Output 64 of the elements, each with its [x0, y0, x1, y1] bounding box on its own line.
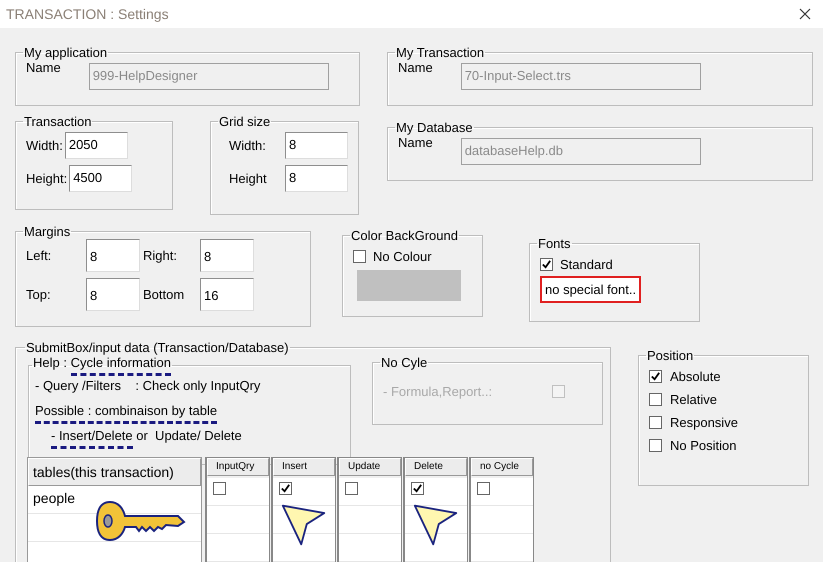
group-title: Color BackGround — [350, 228, 459, 243]
checkbox-label: Absolute — [670, 369, 721, 384]
field-label: Width: — [26, 138, 63, 153]
group-title: Grid size — [218, 114, 272, 129]
checkbox-label: No Position — [670, 438, 736, 453]
field-label: Width: — [229, 138, 267, 153]
window-title: TRANSACTION : Settings — [6, 6, 169, 22]
color-swatch[interactable] — [357, 270, 461, 301]
group-title: Margins — [23, 224, 72, 239]
help-text: - Insert/Delete or Update/ Delete — [51, 428, 242, 449]
column-header: Insert — [273, 458, 335, 476]
checkbox[interactable] — [279, 482, 292, 495]
input-field[interactable]: 8 — [86, 278, 140, 311]
column-header: Update — [339, 458, 401, 476]
group-title: Transaction — [23, 114, 92, 129]
checkbox[interactable] — [540, 258, 553, 271]
input-field[interactable]: 8 — [200, 239, 254, 272]
checkbox[interactable] — [649, 416, 662, 429]
field-label: Height: — [26, 171, 68, 186]
field-label: Bottom — [143, 287, 186, 302]
field-label: Name — [398, 135, 433, 150]
input-field[interactable]: 2050 — [64, 132, 128, 159]
checkbox[interactable] — [649, 370, 662, 383]
checkbox[interactable] — [411, 482, 424, 495]
input-field[interactable]: 4500 — [69, 165, 132, 192]
field-label: Name — [398, 60, 433, 75]
group-title: Fonts — [537, 236, 572, 251]
field-label: Right: — [143, 248, 178, 263]
input-field[interactable]: 8 — [285, 165, 348, 192]
field-label: Name — [26, 60, 61, 75]
checkbox[interactable] — [353, 250, 366, 263]
group-title: My Transaction — [395, 45, 486, 60]
checkbox-label: No Colour — [373, 249, 432, 264]
pointer-icon — [413, 502, 459, 548]
font-note: no special font.. — [540, 276, 641, 303]
checkbox-label: - Formula,Report..: — [383, 384, 492, 399]
input-field[interactable]: 16 — [200, 278, 254, 311]
input-field[interactable]: 8 — [86, 239, 140, 272]
help-text: - Query /Filters : Check only InputQry — [35, 378, 260, 395]
checkbox[interactable] — [345, 482, 358, 495]
field-label: Left: — [26, 248, 52, 263]
checkbox-label: Standard — [560, 257, 613, 272]
group-title: My Database — [395, 120, 474, 135]
group-title: SubmitBox/input data (Transaction/Database) — [25, 340, 290, 355]
checkbox[interactable] — [477, 482, 490, 495]
pointer-icon — [281, 502, 327, 548]
close-icon[interactable] — [799, 8, 811, 20]
group-title: Position — [646, 348, 694, 363]
input-field[interactable]: 8 — [285, 132, 348, 159]
checkbox-label: Relative — [670, 392, 717, 407]
column-header: no Cycle — [471, 458, 533, 476]
checkbox[interactable] — [649, 439, 662, 452]
field-label: Top: — [26, 287, 52, 302]
column-header: tables(this transaction) — [28, 458, 201, 486]
checkbox[interactable] — [213, 482, 226, 495]
help-text: Possible : combinaison by table — [35, 403, 218, 424]
group-title: My application — [23, 45, 108, 60]
checkbox-label: Responsive — [670, 415, 738, 430]
group-title: No Cyle — [380, 355, 428, 370]
checkbox[interactable] — [649, 393, 662, 406]
field-label: Height — [229, 171, 268, 186]
column-header: InputQry — [207, 458, 269, 476]
column-header: Delete — [405, 458, 467, 476]
group-title: Help : Cycle information — [32, 355, 172, 376]
